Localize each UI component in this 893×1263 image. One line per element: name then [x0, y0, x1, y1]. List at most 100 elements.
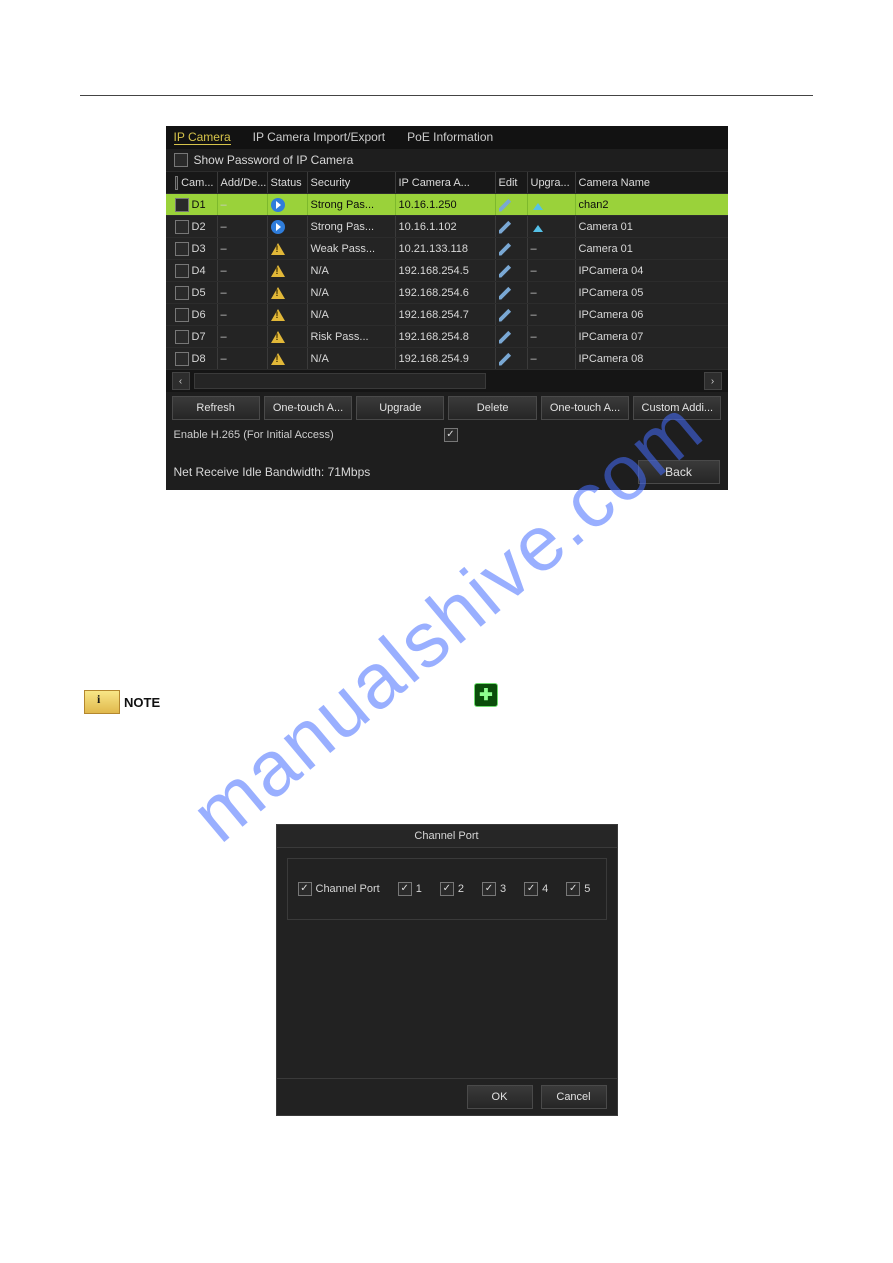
- refresh-button[interactable]: Refresh: [172, 396, 260, 420]
- cell-security: Weak Pass...: [308, 238, 396, 259]
- cell-camera-name: Camera 01: [576, 216, 722, 237]
- note-icon: [84, 690, 120, 714]
- table-row[interactable]: D1–Strong Pas...10.16.1.250chan2: [166, 194, 728, 216]
- row-checkbox[interactable]: [175, 264, 189, 278]
- cell-camera: D5: [192, 287, 206, 299]
- scroll-track[interactable]: [194, 373, 486, 389]
- dialog-footer: OK Cancel: [277, 1078, 617, 1115]
- channel-port-5-checkbox[interactable]: [566, 882, 580, 896]
- cell-security: N/A: [308, 282, 396, 303]
- cell-camera: D8: [192, 353, 206, 365]
- row-checkbox[interactable]: [175, 220, 189, 234]
- channel-port-3-checkbox[interactable]: [482, 882, 496, 896]
- tab-bar: IP Camera IP Camera Import/Export PoE In…: [166, 126, 728, 149]
- cell-camera: D1: [192, 199, 206, 211]
- tab-import-export[interactable]: IP Camera Import/Export: [253, 130, 386, 145]
- table-row[interactable]: D7–Risk Pass...192.168.254.8–IPCamera 07: [166, 326, 728, 348]
- one-touch-adding-button[interactable]: One-touch A...: [264, 396, 352, 420]
- edit-icon[interactable]: [499, 220, 513, 234]
- tab-poe-info[interactable]: PoE Information: [407, 130, 493, 145]
- col-upgrade: Upgra...: [528, 172, 576, 193]
- cell-camera-name: chan2: [576, 194, 722, 215]
- col-security: Security: [308, 172, 396, 193]
- scroll-left-icon[interactable]: ‹: [172, 372, 190, 390]
- edit-icon[interactable]: [499, 198, 513, 212]
- row-checkbox[interactable]: [175, 330, 189, 344]
- col-camera: Cam...: [181, 177, 213, 189]
- channel-port-label: Channel Port: [316, 883, 380, 895]
- header-checkbox[interactable]: [175, 176, 179, 190]
- table-row[interactable]: D2–Strong Pas...10.16.1.102Camera 01: [166, 216, 728, 238]
- table-row[interactable]: D3–Weak Pass...10.21.133.118–Camera 01: [166, 238, 728, 260]
- edit-icon[interactable]: [499, 264, 513, 278]
- row-checkbox[interactable]: [175, 352, 189, 366]
- channel-port-1-checkbox[interactable]: [398, 882, 412, 896]
- warning-icon: [271, 353, 285, 365]
- enable-h265-checkbox[interactable]: [444, 428, 458, 442]
- cancel-button[interactable]: Cancel: [541, 1085, 607, 1109]
- dialog-title: Channel Port: [277, 825, 617, 848]
- cell-upgrade: –: [531, 243, 537, 255]
- cell-security: Strong Pas...: [308, 194, 396, 215]
- channel-port-5-label: 5: [584, 883, 590, 895]
- channel-port-master-checkbox[interactable]: [298, 882, 312, 896]
- cell-upgrade: –: [531, 287, 537, 299]
- cell-camera-name: IPCamera 08: [576, 348, 722, 369]
- tab-ip-camera[interactable]: IP Camera: [174, 130, 231, 145]
- play-icon: [271, 220, 285, 234]
- row-checkbox[interactable]: [175, 308, 189, 322]
- upgrade-button[interactable]: Upgrade: [356, 396, 444, 420]
- channel-port-4-checkbox[interactable]: [524, 882, 538, 896]
- one-touch-activate-button[interactable]: One-touch A...: [541, 396, 629, 420]
- edit-icon[interactable]: [499, 352, 513, 366]
- cell-upgrade: –: [531, 265, 537, 277]
- table-row[interactable]: D4–N/A192.168.254.5–IPCamera 04: [166, 260, 728, 282]
- cell-ip: 192.168.254.6: [396, 282, 496, 303]
- channel-port-1-label: 1: [416, 883, 422, 895]
- show-password-checkbox[interactable]: [174, 153, 188, 167]
- cell-camera: D2: [192, 221, 206, 233]
- ok-button[interactable]: OK: [467, 1085, 533, 1109]
- row-checkbox[interactable]: [175, 242, 189, 256]
- cell-camera: D3: [192, 243, 206, 255]
- play-icon: [271, 198, 285, 212]
- delete-button[interactable]: Delete: [448, 396, 536, 420]
- table-header: Cam... Add/De... Status Security IP Came…: [166, 172, 728, 194]
- edit-icon[interactable]: [499, 330, 513, 344]
- upgrade-icon[interactable]: [531, 220, 545, 234]
- warning-icon: [271, 287, 285, 299]
- col-adddel: Add/De...: [218, 172, 268, 193]
- divider: [80, 95, 813, 96]
- cell-ip: 192.168.254.9: [396, 348, 496, 369]
- show-password-row: Show Password of IP Camera: [166, 149, 728, 172]
- table-row[interactable]: D5–N/A192.168.254.6–IPCamera 05: [166, 282, 728, 304]
- add-icon: ✚: [474, 683, 498, 707]
- edit-icon[interactable]: [499, 242, 513, 256]
- cell-upgrade: –: [531, 353, 537, 365]
- custom-adding-button[interactable]: Custom Addi...: [633, 396, 721, 420]
- cell-security: N/A: [308, 304, 396, 325]
- table-row[interactable]: D6–N/A192.168.254.7–IPCamera 06: [166, 304, 728, 326]
- table-row[interactable]: D8–N/A192.168.254.9–IPCamera 08: [166, 348, 728, 370]
- row-checkbox[interactable]: [175, 198, 189, 212]
- cell-ip: 10.21.133.118: [396, 238, 496, 259]
- channel-port-dialog: Channel Port Channel Port 1 2 3 4 5 OK C…: [276, 824, 618, 1116]
- back-button[interactable]: Back: [638, 460, 720, 484]
- cell-upgrade: –: [531, 331, 537, 343]
- cell-camera-name: IPCamera 07: [576, 326, 722, 347]
- cell-camera: D7: [192, 331, 206, 343]
- cell-camera-name: IPCamera 06: [576, 304, 722, 325]
- upgrade-icon[interactable]: [531, 198, 545, 212]
- action-button-row: Refresh One-touch A... Upgrade Delete On…: [166, 392, 728, 424]
- col-name: Camera Name: [576, 172, 722, 193]
- edit-icon[interactable]: [499, 286, 513, 300]
- row-checkbox[interactable]: [175, 286, 189, 300]
- edit-icon[interactable]: [499, 308, 513, 322]
- ip-camera-panel: IP Camera IP Camera Import/Export PoE In…: [166, 126, 728, 490]
- h-scrollbar[interactable]: ‹ ›: [166, 370, 728, 392]
- cell-security: Strong Pas...: [308, 216, 396, 237]
- table-body: D1–Strong Pas...10.16.1.250chan2D2–Stron…: [166, 194, 728, 370]
- cell-security: Risk Pass...: [308, 326, 396, 347]
- channel-port-2-checkbox[interactable]: [440, 882, 454, 896]
- scroll-right-icon[interactable]: ›: [704, 372, 722, 390]
